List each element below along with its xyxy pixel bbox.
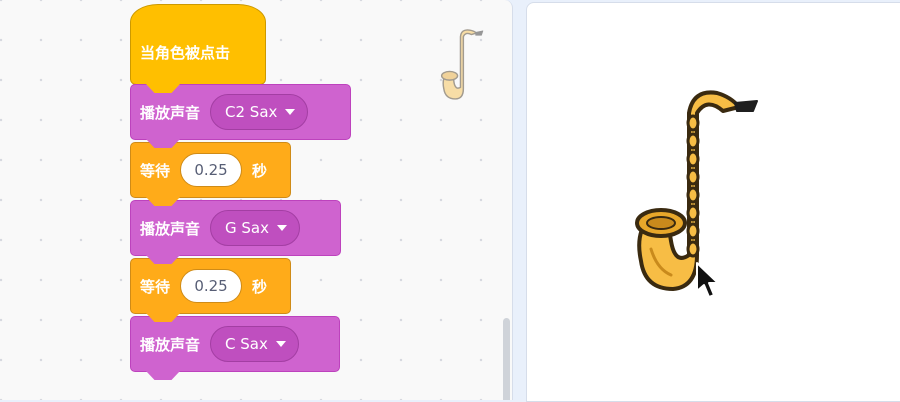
play-sound-label: 播放声音: [140, 103, 201, 122]
arrow-cursor-icon: [696, 262, 719, 298]
saxophone-icon: [440, 29, 484, 100]
wait-seconds-input[interactable]: 0.25: [180, 269, 243, 303]
play-sound-block[interactable]: 播放声音 G Sax: [130, 200, 341, 264]
stage[interactable]: [526, 2, 900, 402]
wait-seconds-input[interactable]: 0.25: [180, 153, 243, 187]
sound-dropdown-value: C2 Sax: [225, 103, 278, 121]
play-sound-block[interactable]: 播放声音 C Sax: [130, 316, 340, 380]
wait-block[interactable]: 等待 0.25 秒: [130, 142, 291, 206]
sound-dropdown-value: C Sax: [225, 335, 268, 353]
hat-block-label: 当角色被点击: [140, 44, 231, 62]
sound-dropdown[interactable]: C2 Sax: [210, 94, 309, 130]
chevron-down-icon: [275, 341, 286, 347]
wait-label: 等待: [140, 277, 171, 296]
vertical-scrollbar[interactable]: [503, 318, 510, 400]
chevron-down-icon: [285, 109, 296, 115]
wait-unit-label: 秒: [252, 277, 268, 296]
play-sound-label: 播放声音: [140, 219, 201, 238]
sound-dropdown[interactable]: G Sax: [210, 210, 300, 246]
wait-block[interactable]: 等待 0.25 秒: [130, 258, 291, 322]
wait-unit-label: 秒: [252, 161, 268, 180]
block-connector: [146, 371, 180, 380]
sound-dropdown[interactable]: C Sax: [210, 326, 299, 362]
sound-dropdown-value: G Sax: [225, 219, 269, 237]
chevron-down-icon: [277, 225, 287, 231]
when-sprite-clicked-block[interactable]: 当角色被点击: [130, 4, 266, 93]
play-sound-label: 播放声音: [140, 335, 201, 354]
code-area[interactable]: 当角色被点击 播放声音 C2 Sax 等待 0.25 秒 播放声音 G Sax: [0, 0, 513, 400]
wait-label: 等待: [140, 161, 171, 180]
